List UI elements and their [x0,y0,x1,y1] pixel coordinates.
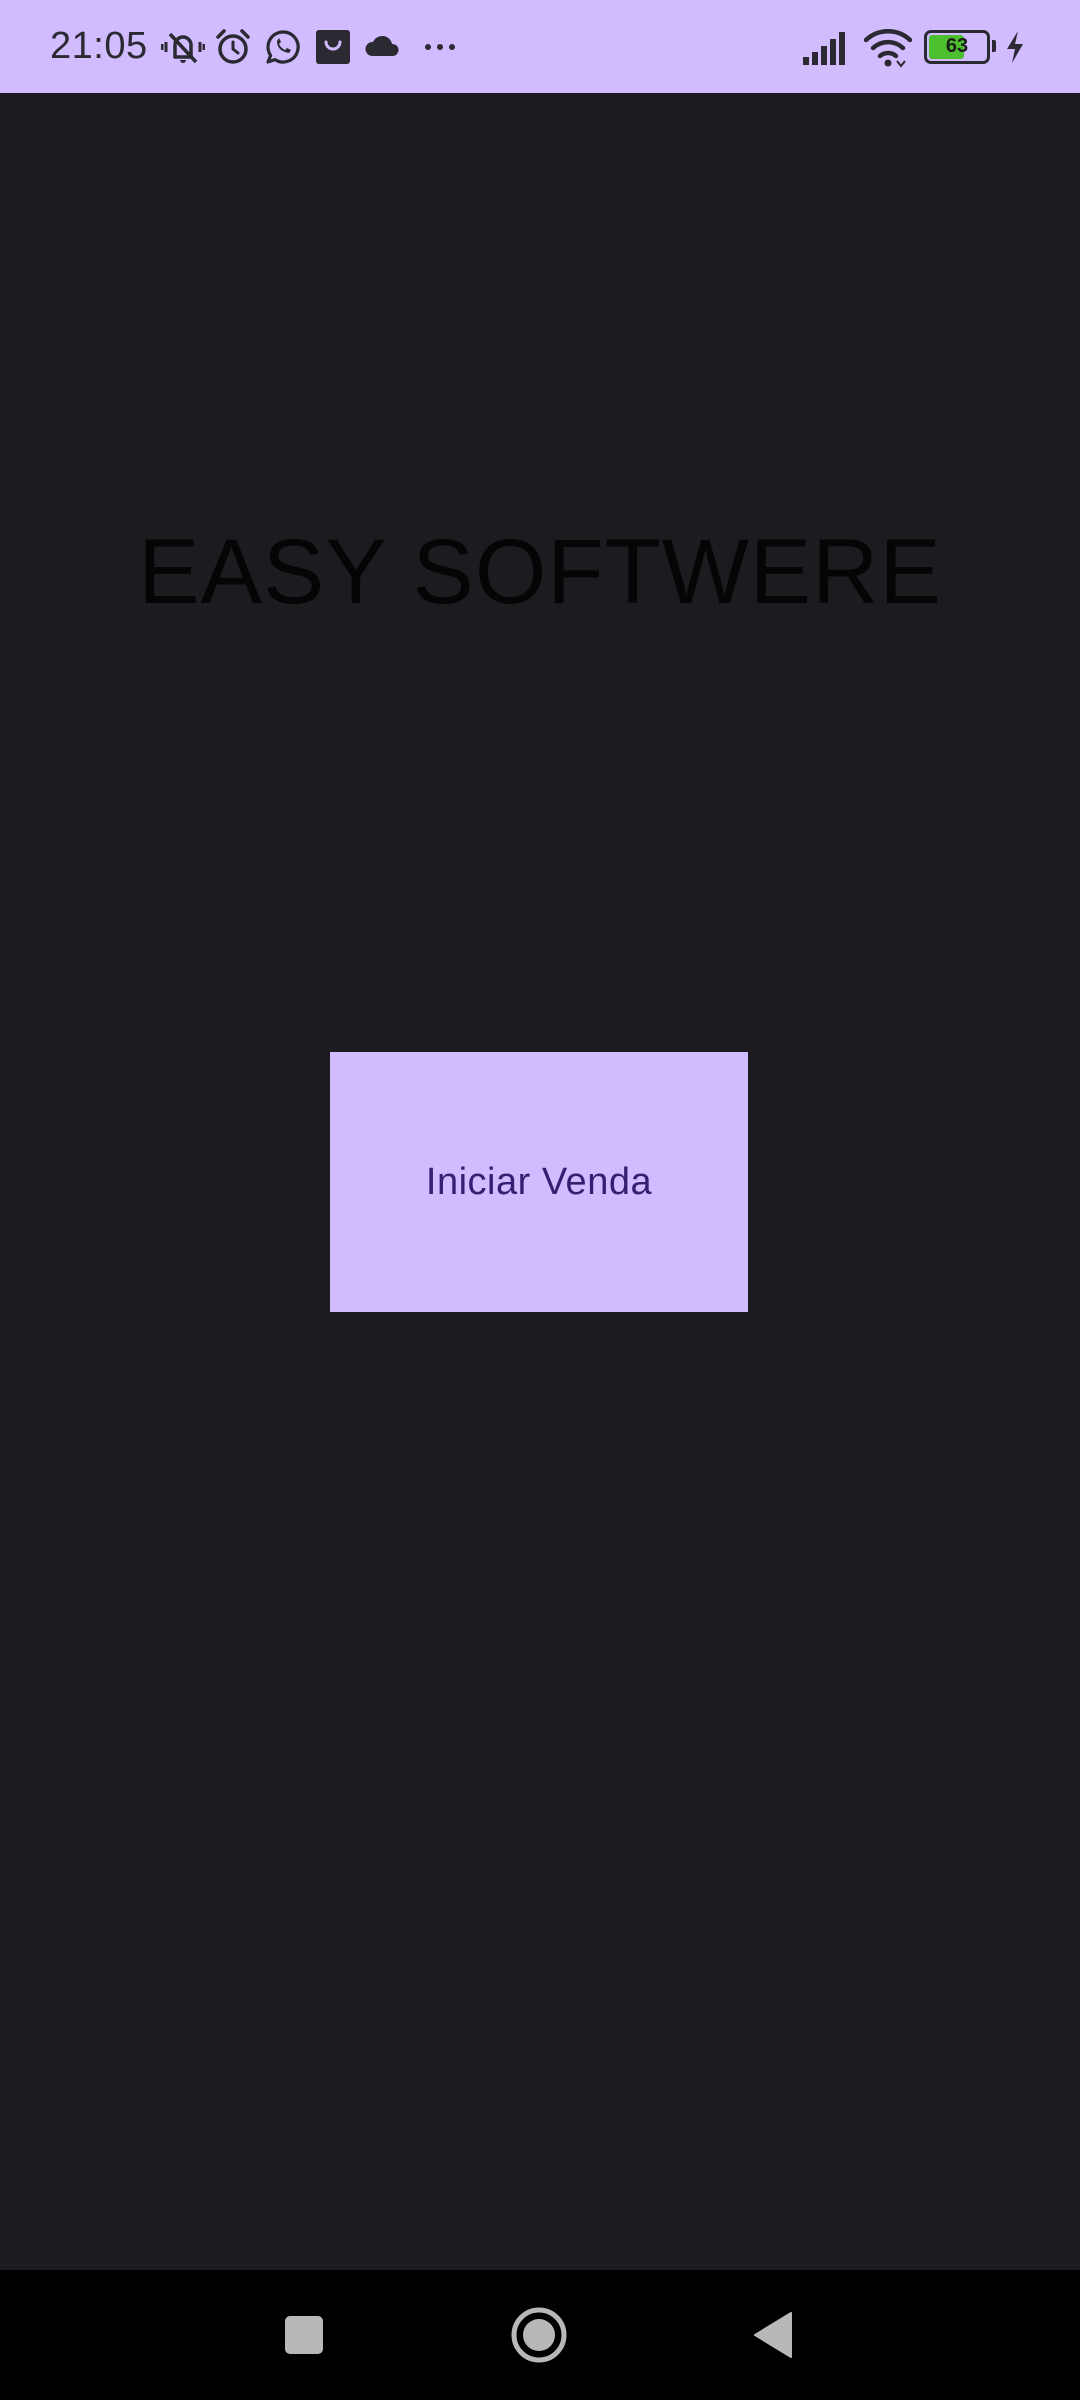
status-bar: 21:05 63 [0,0,1080,93]
recents-icon [285,2316,323,2354]
status-time: 21:05 [50,25,148,67]
cloud-icon [360,24,406,70]
status-left: 21:05 [50,0,474,93]
battery-icon: 63 [924,29,996,64]
start-sale-button[interactable]: Iniciar Venda [330,1052,748,1312]
charging-icon [1000,24,1030,70]
vibrate-icon [160,24,206,70]
home-icon [511,2307,567,2363]
back-button[interactable] [718,2270,828,2400]
status-right: 63 [800,0,1030,93]
back-icon [754,2312,792,2358]
shopping-bag-icon [310,24,356,70]
more-icon [410,24,470,70]
cellular-signal-icon [800,24,852,70]
app-title: EASY SOFTWERE [138,521,942,623]
alarm-icon [210,24,256,70]
wifi-icon [862,24,914,70]
navigation-bar [0,2270,1080,2400]
whatsapp-icon [260,24,306,70]
battery-level: 63 [945,35,969,57]
home-button[interactable] [484,2270,594,2400]
recents-button[interactable] [249,2270,359,2400]
